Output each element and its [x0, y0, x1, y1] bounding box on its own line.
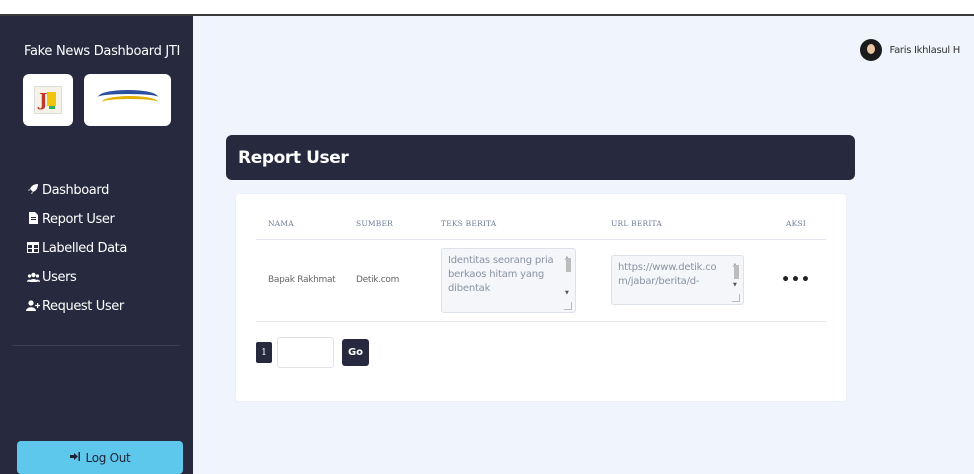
cell-nama: Bapak Rakhmat — [256, 239, 356, 322]
sidebar-item-dashboard[interactable]: Dashboard — [26, 176, 127, 205]
pagination: 1 Go — [256, 337, 369, 368]
header-nama: NAMA — [256, 209, 356, 240]
sidebar: Fake News Dashboard JTI J Dashboard Repo… — [0, 16, 193, 474]
main-content: Faris Ikhlasul H Report User NAMA SUMBER… — [193, 16, 974, 474]
sidebar-nav: Dashboard Report User Labelled Data User… — [26, 176, 127, 321]
cell-teks-berita: Identitas seorang pria berkaos hitam yan… — [441, 239, 611, 322]
sidebar-item-report-user[interactable]: Report User — [26, 205, 127, 234]
brand-title: Fake News Dashboard JTI — [24, 44, 181, 59]
sidebar-item-label: Labelled Data — [42, 241, 127, 256]
jti-logo: J — [23, 74, 73, 126]
polinema-logo — [84, 74, 171, 126]
file-icon — [26, 212, 40, 227]
go-button[interactable]: Go — [342, 339, 369, 366]
rocket-icon — [26, 183, 40, 198]
page-jump-input[interactable] — [277, 337, 334, 368]
teks-berita-textarea[interactable]: Identitas seorang pria berkaos hitam yan… — [441, 247, 576, 313]
sidebar-item-label: Report User — [42, 212, 115, 227]
polinema-logo-image — [96, 87, 160, 113]
sidebar-item-labelled-data[interactable]: Labelled Data — [26, 234, 127, 263]
user-plus-icon — [26, 299, 41, 314]
textarea-scrollbar[interactable]: ▲▼ — [564, 251, 573, 310]
report-table-card: NAMA SUMBER TEKS BERITA URL BERITA AKSI … — [236, 194, 846, 401]
header-sumber: SUMBER — [356, 209, 441, 240]
user-name: Faris Ikhlasul H — [889, 44, 961, 56]
table-header-row: NAMA SUMBER TEKS BERITA URL BERITA AKSI — [256, 209, 826, 240]
jti-logo-image: J — [34, 86, 62, 114]
cell-url-berita: https://www.detik.com/jabar/berita/d- ▲▼ — [611, 239, 776, 322]
url-berita-textarea[interactable]: https://www.detik.com/jabar/berita/d- ▲▼ — [611, 255, 744, 305]
header-teks-berita: TEKS BERITA — [441, 209, 611, 240]
users-icon — [26, 271, 40, 285]
teks-berita-text: Identitas seorang pria berkaos hitam yan… — [448, 254, 554, 294]
sidebar-item-label: Users — [42, 270, 77, 285]
cell-sumber: Detik.com — [356, 239, 441, 322]
header-url-berita: URL BERITA — [611, 209, 776, 240]
table-row: Bapak Rakhmat Detik.com Identitas seoran… — [256, 239, 826, 322]
header-aksi: AKSI — [776, 209, 826, 240]
cell-aksi: ••• — [776, 239, 826, 322]
avatar — [859, 39, 882, 61]
sign-out-icon — [69, 451, 80, 464]
url-berita-text: https://www.detik.com/jabar/berita/d- — [618, 262, 717, 287]
sidebar-divider — [12, 345, 180, 346]
sidebar-item-label: Request User — [42, 299, 124, 314]
textarea-scrollbar[interactable]: ▲▼ — [732, 258, 741, 302]
more-actions-icon[interactable]: ••• — [781, 272, 811, 288]
page-number-button[interactable]: 1 — [256, 342, 272, 363]
sidebar-item-label: Dashboard — [42, 183, 109, 198]
logout-label: Log Out — [85, 450, 131, 465]
page-header: Report User — [226, 135, 855, 180]
logout-button[interactable]: Log Out — [17, 441, 183, 474]
sidebar-item-users[interactable]: Users — [26, 263, 127, 292]
report-table: NAMA SUMBER TEKS BERITA URL BERITA AKSI … — [256, 209, 826, 322]
page-title: Report User — [238, 148, 349, 168]
app-frame: Fake News Dashboard JTI J Dashboard Repo… — [0, 0, 974, 474]
sidebar-item-request-user[interactable]: Request User — [26, 292, 127, 321]
user-menu[interactable]: Faris Ikhlasul H — [859, 39, 961, 61]
table-icon — [26, 241, 40, 256]
